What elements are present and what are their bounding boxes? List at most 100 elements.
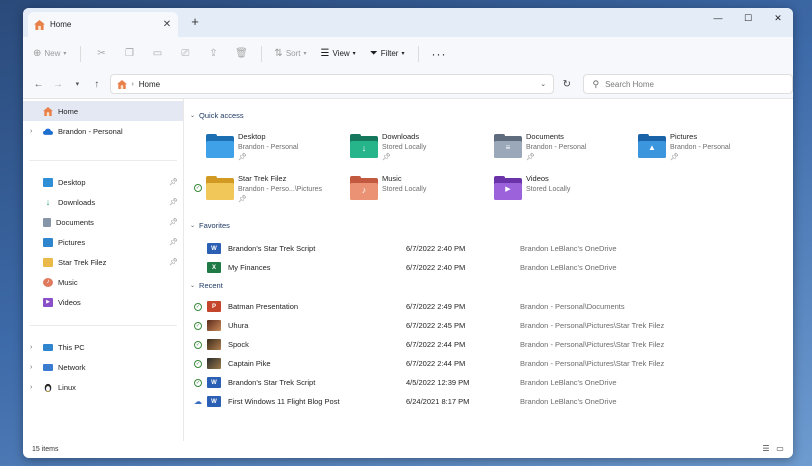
downloads-folder-icon: ↓ — [350, 134, 378, 158]
view-button[interactable]: ☰ View ▾ — [321, 48, 356, 59]
table-row[interactable]: ✓ Spock 6/7/2022 2:44 PM Brandon - Perso… — [190, 335, 793, 354]
table-row[interactable]: W Brandon's Star Trek Script 6/7/2022 2:… — [190, 239, 793, 258]
sidebar-item-label: Desktop — [58, 177, 86, 187]
rename-icon[interactable]: ⎚ — [177, 48, 193, 59]
up-arrow-icon[interactable]: ↑ — [87, 79, 106, 90]
sidebar-item-label: Linux — [58, 382, 76, 392]
recent-locations-chevron-icon[interactable]: ▾ — [68, 80, 87, 88]
breadcrumb[interactable]: Home — [139, 80, 533, 89]
new-label: New — [44, 49, 61, 58]
sidebar-item-videos[interactable]: ▶ Videos — [23, 292, 183, 312]
sidebar-item-label: Network — [58, 362, 86, 372]
minimize-button[interactable]: — — [703, 8, 733, 28]
sidebar-item-desktop[interactable]: Desktop 📌︎ — [23, 172, 183, 192]
chevron-down-icon: ▾ — [401, 51, 405, 57]
sidebar-item-label: This PC — [58, 342, 85, 352]
sidebar-item-label: Star Trek Filez — [58, 257, 107, 267]
word-document-icon: W — [207, 396, 221, 407]
cut-icon[interactable]: ✂ — [93, 48, 109, 59]
close-tab-icon[interactable]: ✕ — [160, 19, 174, 30]
file-location: Brandon - Personal\Pictures\Star Trek Fi… — [520, 359, 665, 368]
quick-access-item-documents[interactable]: ≡ Documents Brandon - Personal 📌︎ — [494, 131, 634, 167]
delete-icon[interactable]: 🗑︎ — [233, 48, 249, 59]
paste-icon[interactable]: ▭ — [149, 48, 165, 59]
share-icon[interactable]: ⇪ — [205, 48, 221, 59]
table-row[interactable]: ✓ P Batman Presentation 6/7/2022 2:49 PM… — [190, 297, 793, 316]
refresh-icon[interactable]: ↻ — [556, 79, 577, 90]
table-row[interactable]: ✓ W Brandon's Star Trek Script 4/5/2022 … — [190, 373, 793, 392]
sidebar-item-label: Videos — [58, 297, 81, 307]
quick-access-item-videos[interactable]: ▶ Videos Stored Locally — [494, 173, 634, 209]
quick-access-item-star-trek-filez[interactable]: ✓ Star Trek Filez Brandon - Perso...\Pic… — [194, 173, 346, 209]
new-button[interactable]: ⊕ New ▾ — [33, 48, 66, 59]
expand-chevron-icon[interactable]: › — [30, 364, 32, 371]
quick-access-item-desktop[interactable]: Desktop Brandon - Personal 📌︎ — [206, 131, 346, 167]
recent-header[interactable]: ⌄ Recent — [190, 281, 223, 290]
cloud-status-icon: ☁ — [194, 397, 202, 406]
quick-access-header[interactable]: ⌄ Quick access — [190, 111, 244, 120]
file-location: Brandon LeBlanc's OneDrive — [520, 263, 617, 272]
expand-chevron-icon[interactable]: › — [30, 128, 32, 135]
pin-icon[interactable]: 📌︎ — [169, 178, 178, 186]
sidebar-item-network[interactable]: › Network — [23, 357, 183, 377]
close-button[interactable]: ✕ — [763, 8, 793, 28]
sidebar-item-linux[interactable]: › Linux — [23, 377, 183, 397]
sidebar-item-music[interactable]: ♪ Music — [23, 272, 183, 292]
title-bar: Home ✕ + — ☐ ✕ — [23, 8, 793, 37]
sidebar-item-downloads[interactable]: ↓ Downloads 📌︎ — [23, 192, 183, 212]
sidebar-item-this-pc[interactable]: › This PC — [23, 337, 183, 357]
section-title: Favorites — [199, 221, 230, 230]
copy-icon[interactable]: ❐ — [121, 48, 137, 59]
sidebar-item-documents[interactable]: Documents 📌︎ — [23, 212, 183, 232]
details-view-icon[interactable]: ☰ — [759, 444, 773, 455]
file-date: 6/7/2022 2:49 PM — [406, 302, 466, 311]
tiles-view-icon[interactable]: ▭ — [773, 444, 787, 455]
search-input[interactable] — [605, 79, 776, 89]
sidebar-item-star-trek-filez[interactable]: Star Trek Filez 📌︎ — [23, 252, 183, 272]
pin-icon[interactable]: 📌︎ — [169, 218, 178, 226]
sidebar-item-home[interactable]: Home — [23, 101, 183, 121]
divider — [29, 312, 177, 326]
item-name: Documents — [526, 132, 564, 141]
sidebar-item-brandon-personal[interactable]: › Brandon - Personal — [23, 121, 183, 141]
favorites-header[interactable]: ⌄ Favorites — [190, 221, 230, 230]
pin-icon[interactable]: 📌︎ — [169, 238, 178, 246]
onedrive-cloud-icon — [43, 128, 53, 135]
table-row[interactable]: ☁ W First Windows 11 Flight Blog Post 6/… — [190, 392, 793, 411]
expand-chevron-icon[interactable]: › — [30, 384, 32, 391]
search-box[interactable]: ⚲ — [583, 74, 793, 94]
tab-home[interactable]: Home ✕ — [28, 12, 178, 37]
file-name: Batman Presentation — [228, 302, 299, 311]
videos-folder-icon: ▶ — [494, 176, 522, 200]
network-icon — [43, 363, 53, 371]
divider — [80, 45, 82, 62]
pin-icon: 📌︎ — [670, 154, 679, 161]
maximize-button[interactable]: ☐ — [733, 8, 763, 28]
more-options-icon[interactable]: ··· — [431, 47, 446, 61]
sidebar-item-label: Pictures — [58, 237, 86, 247]
sidebar-item-pictures[interactable]: Pictures 📌︎ — [23, 232, 183, 252]
quick-access-item-downloads[interactable]: ↓ Downloads Stored Locally 📌︎ — [350, 131, 490, 167]
pin-icon[interactable]: 📌︎ — [169, 258, 178, 266]
table-row[interactable]: ✓ Captain Pike 6/7/2022 2:44 PM Brandon … — [190, 354, 793, 373]
file-date: 6/7/2022 2:44 PM — [406, 359, 466, 368]
excel-workbook-icon: X — [207, 262, 221, 273]
folder-icon — [43, 257, 53, 267]
item-count: 15 items — [32, 446, 59, 453]
item-location: Stored Locally — [526, 186, 571, 193]
pin-icon[interactable]: 📌︎ — [169, 198, 178, 206]
filter-button[interactable]: ⏷ Filter ▾ — [370, 48, 405, 59]
back-arrow-icon[interactable]: ← — [29, 79, 48, 90]
sort-button[interactable]: ⇅ Sort ▾ — [274, 48, 306, 59]
quick-access-item-pictures[interactable]: ▲ Pictures Brandon - Personal 📌︎ — [638, 131, 778, 167]
new-tab-button[interactable]: + — [188, 14, 202, 29]
word-document-icon: W — [207, 243, 221, 254]
address-dropdown-icon[interactable]: ⌄ — [533, 80, 553, 88]
table-row[interactable]: X My Finances 6/7/2022 2:40 PM Brandon L… — [190, 258, 793, 277]
table-row[interactable]: ✓ Uhura 6/7/2022 2:45 PM Brandon - Perso… — [190, 316, 793, 335]
chevron-right-icon[interactable]: › — [131, 81, 133, 88]
address-bar[interactable]: › Home ⌄ — [110, 74, 555, 94]
forward-arrow-icon[interactable]: → — [48, 79, 67, 90]
quick-access-item-music[interactable]: ♪ Music Stored Locally — [350, 173, 490, 209]
expand-chevron-icon[interactable]: › — [30, 344, 32, 351]
